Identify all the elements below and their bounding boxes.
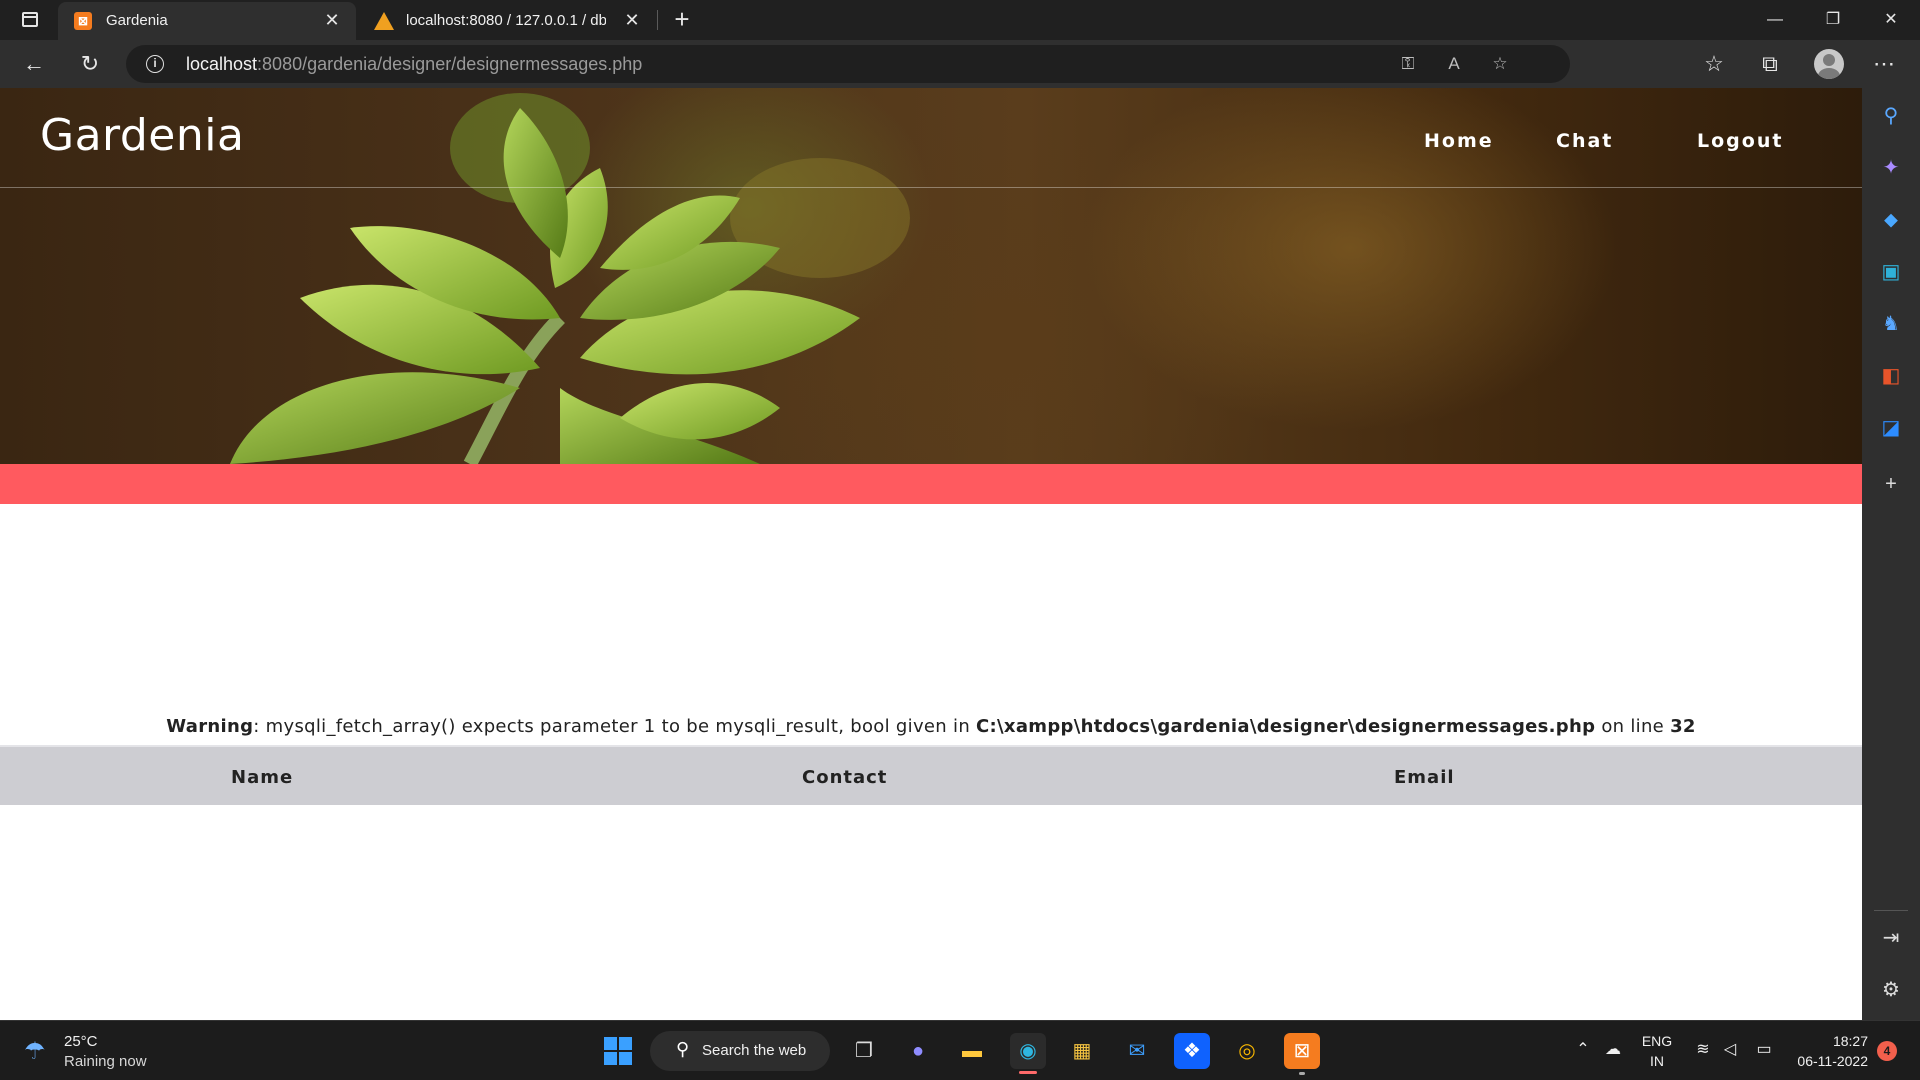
page-viewport: Gardenia Home Chat Logout Warning: mysql… xyxy=(0,88,1862,1020)
tab-phpmyadmin[interactable]: localhost:8080 / 127.0.0.1 / dbga ✕ xyxy=(358,2,656,40)
onedrive-cloud-icon[interactable]: ☁ xyxy=(1602,1039,1624,1061)
tab-title: localhost:8080 / 127.0.0.1 / dbga xyxy=(406,12,606,29)
clock-time[interactable]: 18:27 xyxy=(1786,1033,1868,1049)
language-code[interactable]: ENG xyxy=(1636,1033,1678,1049)
taskbar-search-placeholder: Search the web xyxy=(702,1042,807,1059)
close-window-button[interactable]: ✕ xyxy=(1868,0,1914,40)
windows-taskbar: ☂ 25°C Raining now ⚲ Search the web ❐ ● … xyxy=(0,1020,1920,1080)
xampp-running-indicator xyxy=(1299,1072,1305,1075)
browser-title-bar: ⊠ Gardenia ✕ localhost:8080 / 127.0.0.1 … xyxy=(0,0,1920,40)
warning-label: Warning xyxy=(166,716,254,737)
tab-title: Gardenia xyxy=(106,12,168,29)
accent-band xyxy=(0,464,1862,504)
office-icon[interactable]: ◧ xyxy=(1879,364,1903,388)
new-tab-button[interactable]: + xyxy=(668,6,696,34)
microsoft-store-icon[interactable]: ▦ xyxy=(1064,1033,1100,1069)
messages-table-header: Name Contact Email xyxy=(0,745,1862,805)
language-region[interactable]: IN xyxy=(1636,1053,1678,1069)
warning-line-number: 32 xyxy=(1670,716,1696,737)
more-options-icon[interactable]: ⋯ xyxy=(1868,48,1900,80)
url-host: localhost xyxy=(186,54,258,74)
close-tab-button[interactable]: ✕ xyxy=(322,10,342,30)
weather-temperature[interactable]: 25°C xyxy=(64,1033,98,1050)
nav-chat-link[interactable]: Chat xyxy=(1556,130,1613,152)
warning-text: : mysqli_fetch_array() expects parameter… xyxy=(253,716,977,737)
tab-actions-icon xyxy=(22,12,38,27)
browser-toolbar: ← ↻ i localhost:8080/gardenia/designer/d… xyxy=(0,40,1920,88)
tools-briefcase-icon[interactable]: ▣ xyxy=(1879,260,1903,284)
nav-logout-link[interactable]: Logout xyxy=(1697,130,1783,152)
search-icon[interactable]: ⚲ xyxy=(1879,104,1903,128)
shopping-tag-icon[interactable]: ⬥ xyxy=(1879,208,1903,232)
warning-file-path: C:\xampp\htdocs\gardenia\designer\design… xyxy=(976,716,1596,737)
password-key-icon[interactable]: ⚿ xyxy=(1396,52,1420,76)
phpmyadmin-icon xyxy=(374,12,394,30)
hide-sidebar-icon[interactable]: ⇥ xyxy=(1879,926,1903,950)
clock-date[interactable]: 06-11-2022 xyxy=(1786,1053,1868,1069)
profile-avatar[interactable] xyxy=(1814,49,1844,79)
chrome-icon[interactable]: ◎ xyxy=(1229,1033,1265,1069)
edge-sidebar: ⚲ ✦ ⬥ ▣ ♞ ◧ ◪ + ⇥ ⚙ xyxy=(1862,88,1920,1020)
add-favorite-icon[interactable]: ☆ xyxy=(1488,52,1512,76)
taskbar-search-box[interactable]: ⚲ Search the web xyxy=(650,1031,830,1071)
url-path: :8080/gardenia/designer/designermessages… xyxy=(257,54,643,74)
column-header-email: Email xyxy=(1394,767,1455,788)
tab-divider xyxy=(657,10,658,30)
edge-browser-icon[interactable]: ◉ xyxy=(1010,1033,1046,1069)
games-icon[interactable]: ♞ xyxy=(1879,312,1903,336)
mail-icon[interactable]: ✉ xyxy=(1119,1033,1155,1069)
restore-button[interactable]: ❐ xyxy=(1810,0,1856,40)
show-hidden-icons-chevron-icon[interactable]: ⌃ xyxy=(1572,1039,1594,1061)
file-explorer-icon[interactable]: ▬ xyxy=(954,1033,990,1069)
favorites-icon[interactable]: ☆ xyxy=(1698,48,1730,80)
back-arrow-icon[interactable]: ← xyxy=(18,48,50,80)
nav-home-link[interactable]: Home xyxy=(1424,130,1494,152)
xampp-icon: ⊠ xyxy=(74,12,92,30)
battery-icon[interactable]: ▭ xyxy=(1753,1039,1775,1061)
volume-icon[interactable]: ◁ xyxy=(1719,1039,1741,1061)
copilot-icon[interactable]: ✦ xyxy=(1879,156,1903,180)
site-logo[interactable]: Gardenia xyxy=(40,110,244,161)
hero-banner: Gardenia Home Chat Logout xyxy=(0,88,1862,464)
refresh-icon[interactable]: ↻ xyxy=(74,48,106,80)
collections-icon[interactable]: ⧉ xyxy=(1754,48,1786,80)
weather-description[interactable]: Raining now xyxy=(64,1053,147,1070)
rain-umbrella-icon[interactable]: ☂ xyxy=(24,1037,54,1067)
tab-gardenia[interactable]: ⊠ Gardenia ✕ xyxy=(58,2,356,40)
sidebar-divider xyxy=(1874,910,1908,911)
column-header-name: Name xyxy=(231,767,294,788)
header-divider xyxy=(0,187,1862,188)
search-icon: ⚲ xyxy=(676,1039,690,1059)
edge-active-indicator xyxy=(1019,1071,1037,1074)
outlook-icon[interactable]: ◪ xyxy=(1879,416,1903,440)
warning-on-line: on line xyxy=(1595,716,1671,737)
tab-actions-menu-button[interactable] xyxy=(12,8,48,32)
dropbox-icon[interactable]: ❖ xyxy=(1174,1033,1210,1069)
notification-count-badge[interactable]: 4 xyxy=(1877,1041,1897,1061)
column-header-contact: Contact xyxy=(802,767,888,788)
task-view-icon[interactable]: ❐ xyxy=(846,1033,882,1069)
minimize-button[interactable]: — xyxy=(1752,0,1798,40)
site-info-icon[interactable]: i xyxy=(146,55,164,73)
xampp-icon[interactable]: ⊠ xyxy=(1284,1033,1320,1069)
teams-chat-icon[interactable]: ● xyxy=(900,1033,936,1069)
address-bar[interactable]: i localhost:8080/gardenia/designer/desig… xyxy=(126,45,1570,83)
sidebar-settings-gear-icon[interactable]: ⚙ xyxy=(1879,978,1903,1002)
read-aloud-icon[interactable]: A xyxy=(1442,52,1466,76)
close-tab-button[interactable]: ✕ xyxy=(622,10,642,30)
php-warning-message: Warning: mysqli_fetch_array() expects pa… xyxy=(0,716,1862,737)
wifi-icon[interactable]: ≋ xyxy=(1692,1039,1714,1061)
windows-start-icon[interactable] xyxy=(604,1037,632,1065)
add-sidebar-app-icon[interactable]: + xyxy=(1879,472,1903,496)
url-text[interactable]: localhost:8080/gardenia/designer/designe… xyxy=(186,54,642,75)
